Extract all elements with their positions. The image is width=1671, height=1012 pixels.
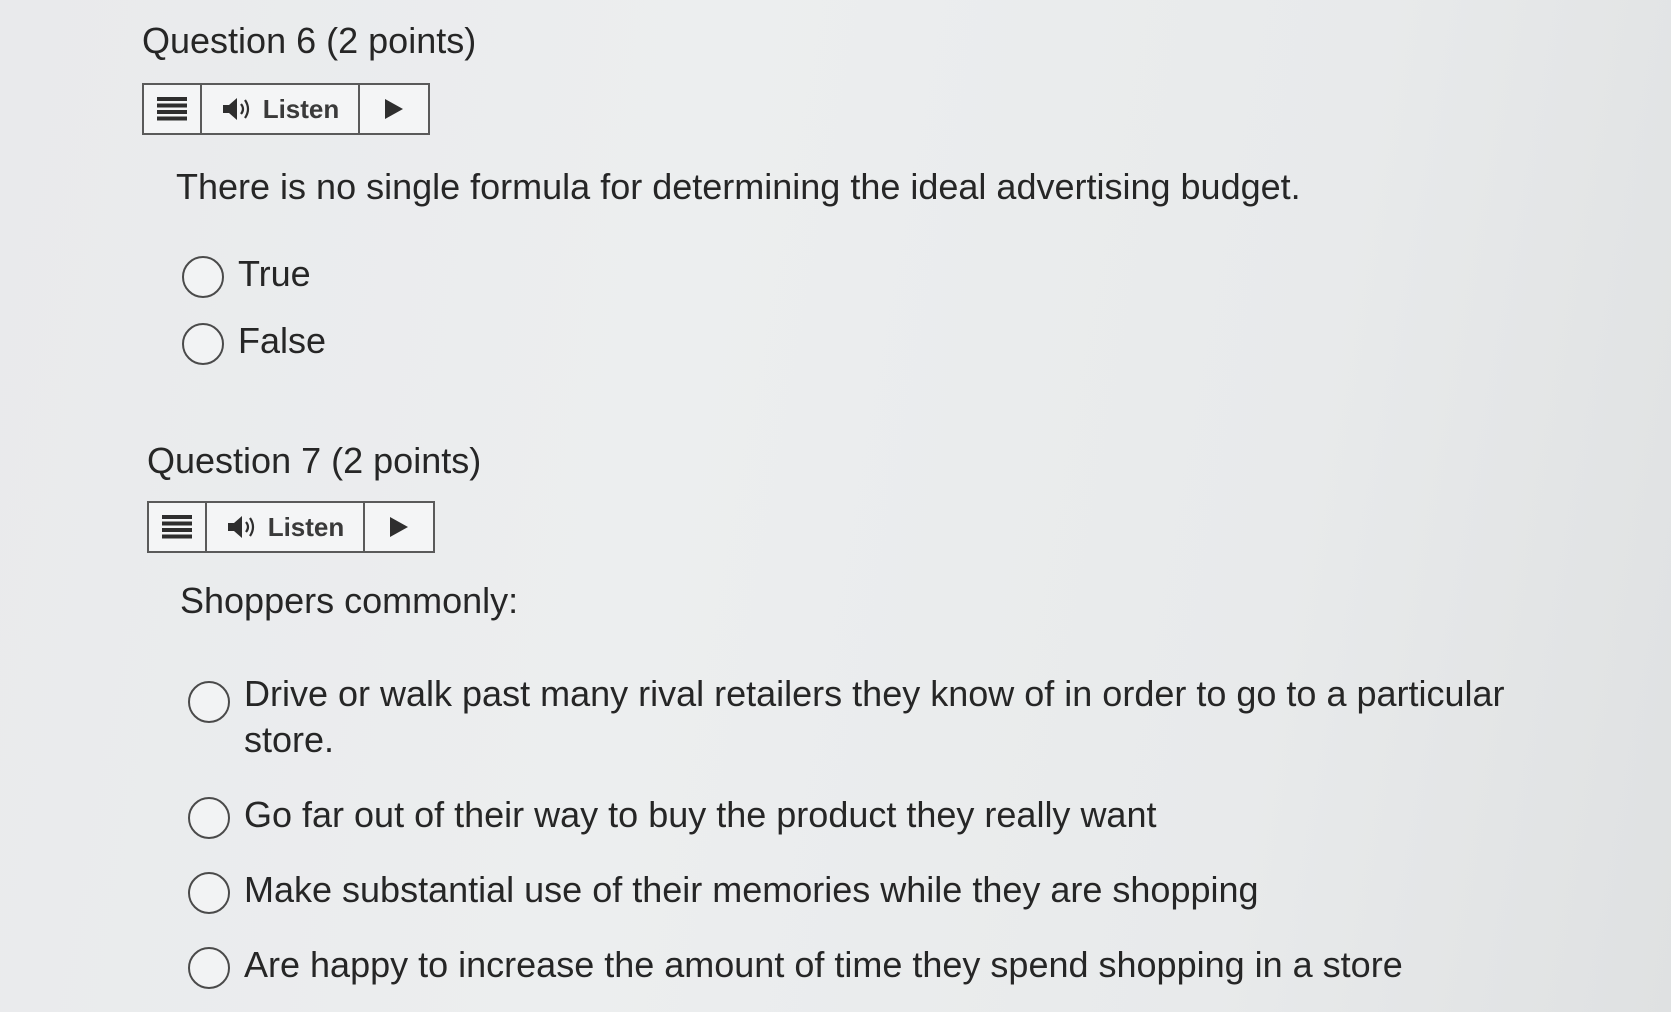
question-6-stem: There is no single formula for determini… [176,166,1301,207]
radio-button[interactable] [188,797,230,839]
listen-button[interactable]: Listen [202,85,360,133]
question-7-option-1[interactable]: Drive or walk past many rival retailers … [188,673,1528,763]
question-7-option-2[interactable]: Go far out of their way to buy the produ… [188,794,1156,839]
question-6-title: Question 6 (2 points) [142,20,476,62]
speaker-icon [222,98,249,120]
speaker-icon [227,516,254,538]
option-label: Go far out of their way to buy the produ… [244,794,1157,835]
listen-button[interactable]: Listen [207,503,365,551]
question-6-points: (2 points) [326,20,477,61]
hamburger-menu-icon [157,97,187,121]
question-6-option-true[interactable]: True [182,253,311,298]
radio-button[interactable] [188,681,230,723]
listen-menu-button[interactable] [144,85,202,133]
hamburger-menu-icon [162,515,192,539]
radio-button[interactable] [188,947,230,989]
radio-button[interactable] [188,872,230,914]
listen-label: Listen [262,93,340,124]
option-label: Are happy to increase the amount of time… [244,944,1403,985]
play-icon [385,99,403,119]
question-7-option-3[interactable]: Make substantial use of their memories w… [188,869,1259,914]
question-7-stem: Shoppers commonly: [180,580,519,621]
question-6-option-false[interactable]: False [182,320,326,365]
radio-button[interactable] [182,256,224,298]
radio-button[interactable] [182,323,224,365]
listen-label: Listen [267,511,345,542]
play-icon [390,517,408,537]
option-label: Drive or walk past many rival retailers … [244,673,1505,760]
play-button[interactable] [360,85,428,133]
question-6-listen-toolbar: Listen [142,83,430,135]
option-label: False [238,320,327,361]
option-label: True [238,253,311,294]
listen-menu-button[interactable] [149,503,207,551]
question-7-title: Question 7 (2 points) [147,440,481,482]
question-7-points: (2 points) [331,440,482,481]
question-6-number: Question 6 [142,20,317,61]
option-label: Make substantial use of their memories w… [244,869,1259,910]
play-button[interactable] [365,503,433,551]
question-7-option-4[interactable]: Are happy to increase the amount of time… [188,944,1403,989]
question-7-listen-toolbar: Listen [147,501,435,553]
question-7-number: Question 7 [147,440,322,481]
